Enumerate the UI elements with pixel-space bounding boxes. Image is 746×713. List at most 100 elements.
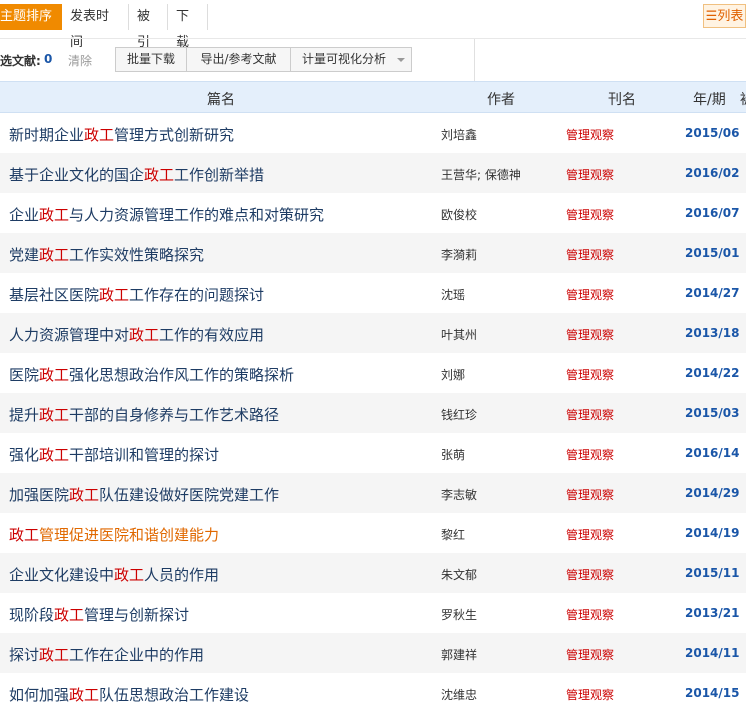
journal-link[interactable]: 管理观察 <box>566 606 614 623</box>
clear-selection-link[interactable]: 清除 <box>68 52 92 69</box>
article-title-link[interactable]: 提升政工干部的自身修养与工作艺术路径 <box>9 404 279 425</box>
journal-link[interactable]: 管理观察 <box>566 526 614 543</box>
article-title-link[interactable]: 基于企业文化的国企政工工作创新举措 <box>9 164 264 185</box>
title-keyword-highlight: 政工 <box>54 606 85 624</box>
issue-link[interactable]: 2016/14 <box>685 446 739 460</box>
title-prefix: 基于企业文化的国企 <box>9 166 145 184</box>
table-row: 人力资源管理中对政工工作的有效应用 叶其州 管理观察 2013/18 <box>0 313 746 353</box>
article-title-link[interactable]: 政工管理促进医院和谐创建能力 <box>9 524 219 545</box>
issue-link[interactable]: 2014/19 <box>685 526 739 540</box>
journal-link[interactable]: 管理观察 <box>566 566 614 583</box>
journal-link[interactable]: 管理观察 <box>566 206 614 223</box>
table-row: 基层社区医院政工工作存在的问题探讨 沈瑶 管理观察 2014/27 <box>0 273 746 313</box>
table-row: 新时期企业政工管理方式创新研究 刘培鑫 管理观察 2015/06 <box>0 113 746 153</box>
sort-by-topic-tab[interactable]: 主题排序↓ <box>0 4 62 50</box>
issue-link[interactable]: 2014/11 <box>685 646 739 660</box>
issue-link[interactable]: 2015/03 <box>685 406 739 420</box>
issue-link[interactable]: 2014/22 <box>685 366 739 380</box>
issue-link[interactable]: 2015/01 <box>685 246 739 260</box>
article-title-link[interactable]: 企业文化建设中政工人员的作用 <box>9 564 219 585</box>
article-title-link[interactable]: 党建政工工作实效性策略探究 <box>9 244 204 265</box>
article-title-link[interactable]: 医院政工强化思想政治作风工作的策略探析 <box>9 364 294 385</box>
sort-by-date-tab[interactable]: 发表时间 <box>62 4 129 50</box>
journal-link[interactable]: 管理观察 <box>566 446 614 463</box>
author-link[interactable]: 沈瑶 <box>441 286 465 303</box>
issue-link[interactable]: 2015/06 <box>685 126 739 140</box>
sort-by-download-tab[interactable]: 下载 <box>168 4 208 50</box>
column-header-title[interactable]: 篇名 <box>207 89 235 109</box>
title-prefix: 人力资源管理中对 <box>9 326 130 344</box>
journal-link[interactable]: 管理观察 <box>566 326 614 343</box>
author-link[interactable]: 刘培鑫 <box>441 126 477 143</box>
article-title-link[interactable]: 新时期企业政工管理方式创新研究 <box>9 124 234 145</box>
journal-link[interactable]: 管理观察 <box>566 406 614 423</box>
title-keyword-highlight: 政工 <box>39 206 70 224</box>
issue-link[interactable]: 2014/27 <box>685 286 739 300</box>
issue-link[interactable]: 2016/07 <box>685 206 739 220</box>
issue-link[interactable]: 2014/29 <box>685 486 739 500</box>
article-title-link[interactable]: 企业政工与人力资源管理工作的难点和对策研究 <box>9 204 324 225</box>
journal-link[interactable]: 管理观察 <box>566 686 614 703</box>
article-title-link[interactable]: 基层社区医院政工工作存在的问题探讨 <box>9 284 264 305</box>
title-suffix: 工作的有效应用 <box>159 326 265 344</box>
author-link[interactable]: 沈维忠 <box>441 686 477 703</box>
batch-download-button[interactable]: 批量下载 <box>115 47 187 72</box>
article-title-link[interactable]: 加强医院政工队伍建设做好医院党建工作 <box>9 484 279 505</box>
title-suffix: 工作在企业中的作用 <box>69 646 205 664</box>
title-suffix: 工作实效性策略探究 <box>69 246 205 264</box>
article-title-link[interactable]: 如何加强政工队伍思想政治工作建设 <box>9 684 249 705</box>
author-link[interactable]: 刘娜 <box>441 366 465 383</box>
title-keyword-highlight: 政工 <box>39 366 70 384</box>
author-link[interactable]: 叶其州 <box>441 326 477 343</box>
table-row: 探讨政工工作在企业中的作用 郭建祥 管理观察 2014/11 <box>0 633 746 673</box>
table-header: 篇名 作者 刊名 年/期 被 <box>0 81 746 113</box>
article-title-link[interactable]: 强化政工干部培训和管理的探讨 <box>9 444 219 465</box>
author-link[interactable]: 李志敏 <box>441 486 477 503</box>
article-title-link[interactable]: 人力资源管理中对政工工作的有效应用 <box>9 324 264 345</box>
author-link[interactable]: 朱文郁 <box>441 566 477 583</box>
title-prefix: 探讨 <box>9 646 40 664</box>
journal-link[interactable]: 管理观察 <box>566 126 614 143</box>
author-link[interactable]: 李漪莉 <box>441 246 477 263</box>
journal-link[interactable]: 管理观察 <box>566 366 614 383</box>
journal-link[interactable]: 管理观察 <box>566 486 614 503</box>
sort-tab-label: 主题排序 <box>0 9 53 24</box>
author-link[interactable]: 郭建祥 <box>441 646 477 663</box>
article-title-link[interactable]: 现阶段政工管理与创新探讨 <box>9 604 189 625</box>
author-link[interactable]: 罗秋生 <box>441 606 477 623</box>
title-keyword-highlight: 政工 <box>39 446 70 464</box>
author-link[interactable]: 张萌 <box>441 446 465 463</box>
issue-link[interactable]: 2013/18 <box>685 326 739 340</box>
journal-link[interactable]: 管理观察 <box>566 646 614 663</box>
divider <box>474 39 475 81</box>
title-keyword-highlight: 政工 <box>39 246 70 264</box>
journal-link[interactable]: 管理观察 <box>566 166 614 183</box>
list-view-button[interactable]: ☰列表 <box>703 4 746 28</box>
title-prefix: 基层社区医院 <box>9 286 100 304</box>
author-link[interactable]: 欧俊校 <box>441 206 477 223</box>
title-suffix: 管理方式创新研究 <box>114 126 235 144</box>
table-row: 政工管理促进医院和谐创建能力 黎红 管理观察 2014/19 <box>0 513 746 553</box>
title-keyword-highlight: 政工 <box>9 526 40 544</box>
column-header-author[interactable]: 作者 <box>487 89 515 109</box>
title-prefix: 医院 <box>9 366 40 384</box>
journal-link[interactable]: 管理观察 <box>566 286 614 303</box>
title-keyword-highlight: 政工 <box>39 646 70 664</box>
author-link[interactable]: 钱红珍 <box>441 406 477 423</box>
issue-link[interactable]: 2016/02 <box>685 166 739 180</box>
column-header-journal[interactable]: 刊名 <box>608 89 636 109</box>
author-link[interactable]: 黎红 <box>441 526 465 543</box>
selected-docs-count: 0 <box>44 52 53 66</box>
visual-analysis-dropdown[interactable]: 计量可视化分析 <box>290 47 412 72</box>
column-header-issue[interactable]: 年/期 <box>693 89 726 109</box>
chevron-down-icon <box>397 58 405 62</box>
issue-link[interactable]: 2014/15 <box>685 686 739 700</box>
journal-link[interactable]: 管理观察 <box>566 246 614 263</box>
article-title-link[interactable]: 探讨政工工作在企业中的作用 <box>9 644 204 665</box>
export-references-button[interactable]: 导出/参考文献 <box>186 47 291 72</box>
author-link[interactable]: 王营华; 保德神 <box>441 166 521 183</box>
issue-link[interactable]: 2013/21 <box>685 606 739 620</box>
sort-by-citation-tab[interactable]: 被引 <box>129 4 168 50</box>
column-header-cited[interactable]: 被 <box>740 89 746 109</box>
issue-link[interactable]: 2015/11 <box>685 566 739 580</box>
